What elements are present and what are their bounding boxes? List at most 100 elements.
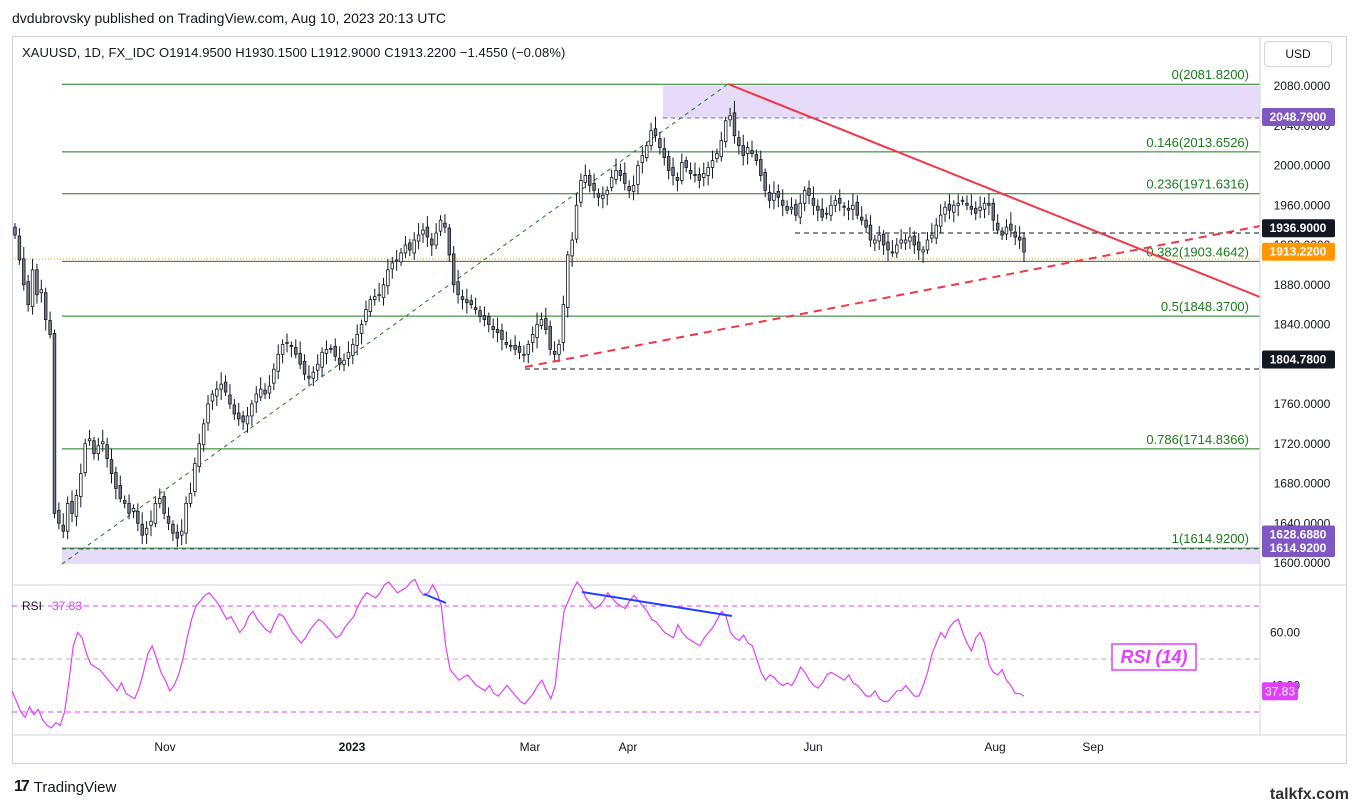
candle-body xyxy=(394,259,399,262)
candle-body xyxy=(465,299,469,304)
candle-body xyxy=(425,226,430,238)
candle-body xyxy=(96,445,101,455)
candle-body xyxy=(706,167,710,176)
candle-body xyxy=(1022,237,1026,253)
candle-body xyxy=(26,281,30,306)
candle-body xyxy=(535,324,539,338)
candle-body xyxy=(675,177,680,181)
candle-body xyxy=(70,500,74,514)
candle-body xyxy=(855,201,860,216)
candle-body xyxy=(978,206,982,211)
candle-body xyxy=(846,207,851,211)
candle-body xyxy=(798,202,802,218)
candle-body xyxy=(294,346,298,355)
candle-body xyxy=(557,343,561,355)
candle-body xyxy=(237,412,241,420)
candle-body xyxy=(144,527,149,535)
candle-body xyxy=(355,334,359,346)
candle-body xyxy=(52,333,57,514)
candle-body xyxy=(702,173,706,178)
price-tick-3: 1960.0000 xyxy=(1274,198,1331,212)
candle-body xyxy=(342,359,346,365)
candle-body xyxy=(908,236,912,242)
candle-body xyxy=(833,199,838,206)
candle-body xyxy=(430,238,434,246)
candle-body xyxy=(579,180,583,203)
candle-body xyxy=(272,368,276,384)
candle-body xyxy=(276,353,280,372)
candle-body xyxy=(381,284,386,299)
candle-body xyxy=(662,148,666,158)
candle-body xyxy=(302,360,307,375)
candle-body xyxy=(890,251,895,254)
candle-body xyxy=(903,239,908,244)
candle-body xyxy=(179,530,184,536)
candle-body xyxy=(824,212,829,215)
candle-body xyxy=(645,145,649,158)
candle-body xyxy=(311,371,316,379)
time-tick-5: Aug xyxy=(984,740,1005,754)
candle-body xyxy=(469,300,473,306)
price-tick-5: 1880.0000 xyxy=(1274,278,1331,292)
candle-body xyxy=(509,344,513,347)
candle-body xyxy=(934,224,938,239)
candle-body xyxy=(960,199,965,202)
candle-body xyxy=(618,170,623,176)
candle-body xyxy=(30,269,35,308)
candle-body xyxy=(329,347,333,350)
candle-body xyxy=(1004,226,1009,235)
candle-body xyxy=(666,156,671,171)
candle-body xyxy=(1013,231,1017,238)
candle-body xyxy=(868,224,873,241)
candle-body xyxy=(487,316,491,325)
candle-body xyxy=(631,184,636,192)
tradingview-logo-icon: 17 xyxy=(14,778,30,795)
candle-body xyxy=(925,239,930,251)
candle-body xyxy=(175,531,180,539)
candle-body xyxy=(399,252,403,263)
candle-body xyxy=(83,443,87,473)
candle-body xyxy=(390,262,394,270)
candle-body xyxy=(434,232,438,246)
rsi-period-label: RSI (14) xyxy=(1120,647,1187,667)
price-chart[interactable]: 0(2081.8200) 0.146(2013.6526) 0.236(1971.6… xyxy=(0,0,1357,809)
candle-body xyxy=(333,345,337,357)
candle-body xyxy=(39,289,44,294)
candle-body xyxy=(899,239,903,244)
tradingview-logo: 17 TradingView xyxy=(14,778,116,796)
candle-body xyxy=(772,192,776,201)
candle-body xyxy=(460,296,465,301)
candle-body xyxy=(623,173,627,184)
candle-body xyxy=(127,502,131,514)
candle-body xyxy=(162,496,166,514)
candle-body xyxy=(315,363,320,371)
candle-body xyxy=(776,190,781,198)
candle-body xyxy=(974,207,978,214)
candle-body xyxy=(478,310,482,317)
candle-body xyxy=(153,502,158,524)
candle-body xyxy=(43,292,48,320)
candle-body xyxy=(715,153,719,159)
candle-body xyxy=(802,189,807,204)
candle-body xyxy=(886,241,890,251)
candle-body xyxy=(737,137,741,147)
candle-body xyxy=(754,154,759,161)
candle-body xyxy=(158,498,162,504)
candle-body xyxy=(517,345,522,353)
candle-body xyxy=(723,120,728,143)
price-tick-6: 1840.0000 xyxy=(1274,318,1331,332)
candle-body xyxy=(684,160,688,168)
candle-body xyxy=(838,197,842,204)
time-tick-3: Apr xyxy=(619,740,638,754)
candle-body xyxy=(601,194,605,199)
watermark: talkfx.com xyxy=(1269,786,1349,803)
candle-body xyxy=(136,510,140,524)
price-tick-12: 1600.0000 xyxy=(1274,556,1331,570)
candle-body xyxy=(530,334,535,343)
candle-body xyxy=(87,438,92,442)
candle-body xyxy=(921,249,925,253)
candle-body xyxy=(596,192,601,198)
candle-body xyxy=(289,344,294,347)
fib-label-0: 0(2081.8200) xyxy=(1172,67,1249,82)
candle-body xyxy=(574,204,579,240)
